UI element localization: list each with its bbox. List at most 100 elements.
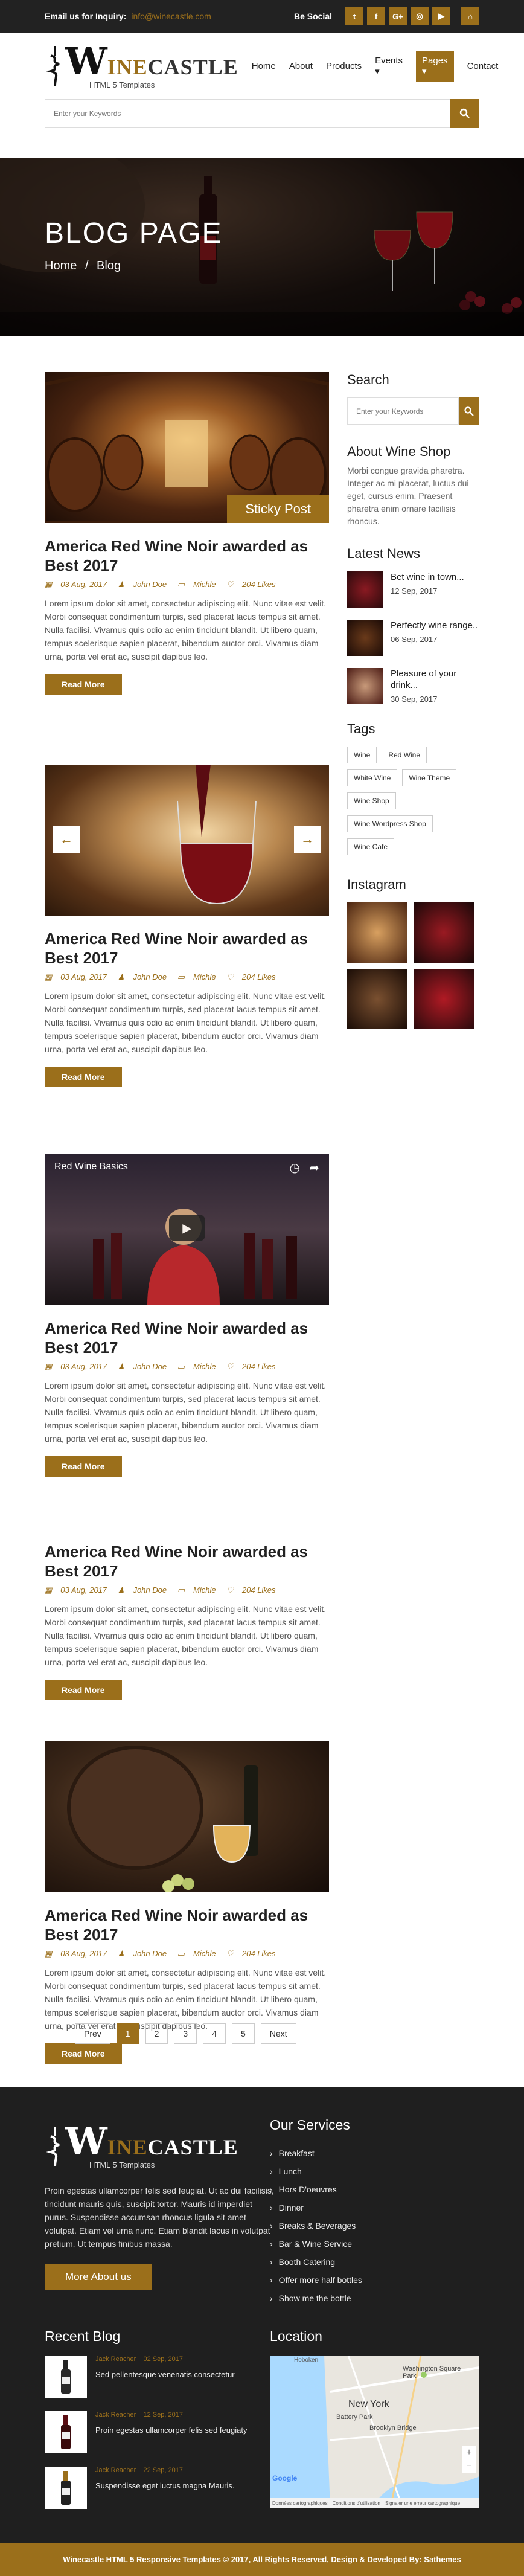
more-about-button[interactable]: More About us — [45, 2264, 152, 2290]
post-likes[interactable]: 204 Likes — [242, 1949, 276, 1958]
recent-blog-item[interactable]: Jack Reacher 22 Sep, 2017 Suspendisse ege… — [45, 2467, 262, 2509]
post-title[interactable]: America Red Wine Noir awarded as Best 20… — [45, 1319, 329, 1357]
instagram-photo[interactable] — [414, 969, 474, 1029]
footer-logo[interactable]: WINECASTLE HTML 5 Templates — [45, 2123, 274, 2170]
post-title[interactable]: America Red Wine Noir awarded as Best 20… — [45, 1906, 329, 1944]
twitter-icon[interactable]: t — [345, 7, 363, 25]
read-more-button[interactable]: Read More — [45, 674, 122, 695]
search-button[interactable] — [450, 99, 479, 128]
read-more-button[interactable]: Read More — [45, 1067, 122, 1087]
page-5[interactable]: 5 — [231, 2023, 255, 2044]
nav-events[interactable]: Events ▾ — [375, 56, 403, 77]
video-player[interactable]: Red Wine Basics ◷ ➦ ▶ — [45, 1154, 329, 1305]
service-link[interactable]: Dinner — [270, 2199, 362, 2217]
map-label[interactable]: Signaler une erreur cartographique — [385, 2501, 460, 2506]
sidebar-search-button[interactable] — [459, 397, 479, 425]
play-button[interactable]: ▶ — [169, 1215, 205, 1241]
barrel-glass-image[interactable] — [45, 1741, 329, 1892]
slider-next-arrow[interactable]: → — [294, 826, 321, 853]
service-link[interactable]: Offer more half bottles — [270, 2271, 362, 2289]
post-author[interactable]: John Doe — [133, 1585, 167, 1595]
recent-blog-title[interactable]: Suspendisse eget luctus magna Mauris. — [95, 2480, 235, 2491]
tag[interactable]: Wine — [347, 747, 377, 763]
post-author[interactable]: John Doe — [133, 580, 167, 589]
news-item[interactable]: Perfectly wine range.. 06 Sep, 2017 — [347, 620, 479, 656]
breadcrumb-home[interactable]: Home — [45, 259, 77, 272]
read-more-button[interactable]: Read More — [45, 1680, 122, 1700]
post-category[interactable]: Michle — [193, 1949, 216, 1958]
news-item-title[interactable]: Bet wine in town... — [391, 571, 464, 583]
recent-blog-title[interactable]: Sed pellentesque venenatis consectetur — [95, 2369, 235, 2380]
post-date: 03 Aug, 2017 — [60, 1949, 107, 1958]
nav-about[interactable]: About — [289, 61, 313, 71]
post-author[interactable]: John Doe — [133, 972, 167, 981]
post-likes[interactable]: 204 Likes — [242, 1362, 276, 1371]
page-1[interactable]: 1 — [116, 2023, 139, 2044]
page-prev[interactable]: Prev — [75, 2023, 110, 2044]
nav-home[interactable]: Home — [252, 61, 276, 71]
news-item-title[interactable]: Pleasure of your drink... — [391, 668, 479, 691]
service-link[interactable]: Show me the bottle — [270, 2289, 362, 2307]
page-4[interactable]: 4 — [203, 2023, 226, 2044]
youtube-icon[interactable]: ▶ — [432, 7, 450, 25]
slider-prev-arrow[interactable]: ← — [53, 826, 80, 853]
search-input[interactable] — [45, 99, 450, 128]
post-title[interactable]: America Red Wine Noir awarded as Best 20… — [45, 929, 329, 968]
tag[interactable]: Wine Wordpress Shop — [347, 815, 433, 832]
tag[interactable]: Red Wine — [382, 747, 427, 763]
read-more-button[interactable]: Read More — [45, 1456, 122, 1477]
post-category[interactable]: Michle — [193, 1362, 216, 1371]
post-category[interactable]: Michle — [193, 972, 216, 981]
instagram-photo[interactable] — [347, 969, 407, 1029]
cellar-image[interactable]: Sticky Post — [45, 372, 329, 523]
map-label[interactable]: Conditions d'utilisation — [333, 2501, 380, 2506]
nav-products[interactable]: Products — [326, 61, 362, 71]
facebook-icon[interactable]: f — [367, 7, 385, 25]
service-link[interactable]: Breaks & Beverages — [270, 2217, 362, 2235]
page-next[interactable]: Next — [260, 2023, 296, 2044]
tag[interactable]: White Wine — [347, 769, 398, 786]
read-more-button[interactable]: Read More — [45, 2043, 122, 2064]
cart-icon[interactable]: ⌂ — [461, 7, 479, 25]
service-link[interactable]: Booth Catering — [270, 2253, 362, 2271]
nav-pages[interactable]: Pages ▾ — [416, 50, 454, 82]
email-link[interactable]: info@winecastle.com — [131, 11, 211, 21]
page-2[interactable]: 2 — [145, 2023, 168, 2044]
service-link[interactable]: Breakfast — [270, 2144, 362, 2162]
map-zoom-controls[interactable]: + − — [462, 2446, 476, 2473]
clock-icon[interactable]: ◷ — [290, 1160, 300, 1175]
post-title[interactable]: America Red Wine Noir awarded as Best 20… — [45, 1542, 329, 1581]
post-author[interactable]: John Doe — [133, 1362, 167, 1371]
news-item[interactable]: Pleasure of your drink... 30 Sep, 2017 — [347, 668, 479, 704]
recent-blog-item[interactable]: Jack Reacher 02 Sep, 2017 Sed pellentesqu… — [45, 2356, 262, 2398]
share-icon[interactable]: ➦ — [309, 1160, 319, 1175]
news-item[interactable]: Bet wine in town... 12 Sep, 2017 — [347, 571, 479, 608]
corkscrew-icon — [46, 46, 60, 86]
post-category[interactable]: Michle — [193, 580, 216, 589]
tag[interactable]: Wine Shop — [347, 792, 396, 809]
instagram-icon[interactable]: ◎ — [411, 7, 429, 25]
nav-contact[interactable]: Contact — [467, 61, 499, 71]
post-category[interactable]: Michle — [193, 1585, 216, 1595]
post-likes[interactable]: 204 Likes — [242, 972, 276, 981]
tag[interactable]: Wine Theme — [402, 769, 457, 786]
post-likes[interactable]: 204 Likes — [242, 1585, 276, 1595]
recent-blog-item[interactable]: Jack Reacher 12 Sep, 2017 Proin egestas u… — [45, 2411, 262, 2453]
instagram-photo[interactable] — [414, 902, 474, 963]
location-map[interactable]: Hoboken Washington Square Park New York … — [270, 2356, 479, 2508]
site-logo[interactable]: WINECASTLE HTML 5 Templates — [45, 42, 238, 89]
sidebar-search-input[interactable] — [347, 397, 459, 425]
post-likes[interactable]: 204 Likes — [242, 580, 276, 589]
tag[interactable]: Wine Cafe — [347, 838, 395, 855]
post-author[interactable]: John Doe — [133, 1949, 167, 1958]
google-plus-icon[interactable]: G+ — [389, 7, 407, 25]
instagram-photo[interactable] — [347, 902, 407, 963]
page-3[interactable]: 3 — [174, 2023, 197, 2044]
post-title[interactable]: America Red Wine Noir awarded as Best 20… — [45, 536, 329, 575]
service-link[interactable]: Lunch — [270, 2162, 362, 2180]
news-item-title[interactable]: Perfectly wine range.. — [391, 620, 478, 631]
service-link[interactable]: Hors D'oeuvres — [270, 2180, 362, 2199]
recent-blog-title[interactable]: Proin egestas ullamcorper felis sed feug… — [95, 2424, 247, 2436]
video-title[interactable]: Red Wine Basics — [54, 1161, 128, 1172]
service-link[interactable]: Bar & Wine Service — [270, 2235, 362, 2253]
